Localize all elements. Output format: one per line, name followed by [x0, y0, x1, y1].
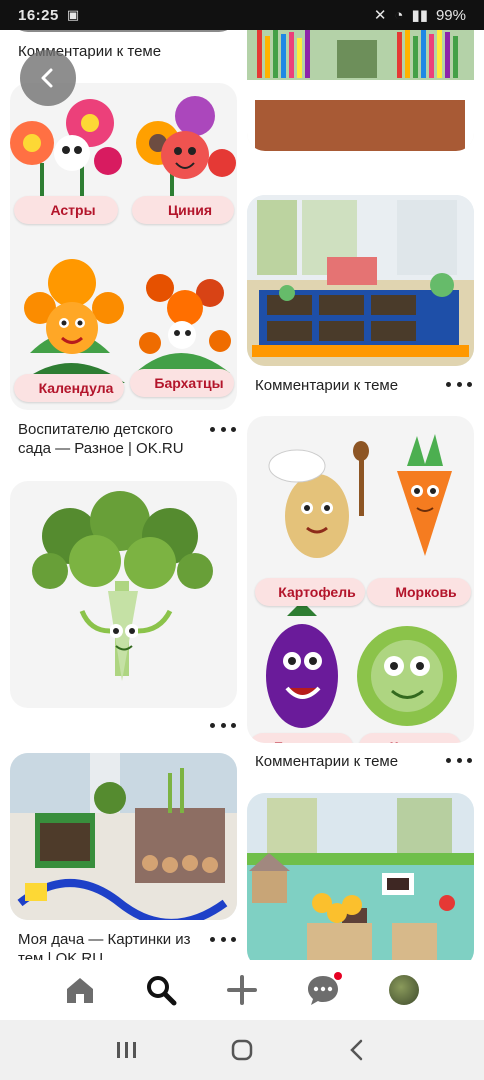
parsley-illustration — [32, 491, 213, 681]
create-tab[interactable] — [222, 970, 262, 1010]
pin-image-kindergarten-window[interactable] — [247, 793, 474, 968]
battery-percent: 99% — [435, 6, 466, 24]
more-options-button[interactable] — [210, 422, 236, 436]
window-garden-illustration — [247, 195, 474, 366]
flower-label-marigold: Бархатцы — [130, 369, 234, 397]
profile-avatar — [388, 975, 419, 1005]
vegetable-label-eggplant: Баклажан — [249, 733, 353, 743]
plus-icon — [226, 975, 257, 1005]
vegetable-label-cabbage: Капуста — [359, 733, 461, 743]
system-navigation-bar — [0, 1020, 484, 1080]
flower-label-calendula: Календула — [14, 374, 124, 402]
pin-image-dacha[interactable] — [10, 753, 237, 920]
search-icon — [147, 976, 177, 1006]
gallery-icon: ▣ — [66, 7, 80, 22]
notification-dot — [333, 972, 342, 980]
dacha-illustration — [10, 753, 237, 920]
vegetable-label-potato: Картофель — [255, 578, 365, 606]
pin-image-flowers[interactable]: Астры Циния Календула Бархатцы — [10, 83, 237, 410]
home-tab[interactable] — [60, 970, 100, 1010]
back-chevron-icon — [349, 1039, 362, 1061]
pin-image-window-garden[interactable] — [247, 195, 474, 366]
pin-image-top-left[interactable] — [10, 30, 237, 32]
recent-apps-icon — [117, 1042, 137, 1058]
more-options-button[interactable] — [446, 753, 472, 767]
back-system-button[interactable] — [337, 1035, 377, 1065]
recent-apps-button[interactable] — [107, 1035, 147, 1065]
pin-image-vegetables[interactable]: Картофель Морковь Баклажан Капуста — [247, 416, 474, 743]
status-bar: 16:25 ▣ ✕ ◔ ▮▮ 99% — [0, 0, 484, 30]
search-tab[interactable] — [141, 970, 181, 1010]
chevron-left-icon — [41, 68, 53, 88]
more-options-button[interactable] — [446, 377, 472, 391]
flower-label-zinnia: Циния — [132, 196, 234, 224]
kindergarten-window-illustration — [247, 793, 474, 968]
vegetable-label-carrot: Морковь — [367, 578, 471, 606]
bottom-navigation — [0, 960, 484, 1020]
status-time: 16:25 — [18, 6, 59, 24]
profile-tab[interactable] — [384, 970, 424, 1010]
garden-beds-illustration — [247, 30, 474, 151]
home-icon — [67, 978, 94, 1003]
wifi-icon: ◔ — [394, 6, 404, 24]
home-system-button[interactable] — [222, 1035, 262, 1065]
mute-icon: ✕ — [373, 7, 387, 24]
more-options-button[interactable] — [210, 932, 236, 946]
pin-caption[interactable]: Комментарии к теме — [255, 752, 435, 771]
pin-caption[interactable]: Воспитателю детского сада — Разное | OK.… — [18, 420, 208, 458]
pin-image-parsley[interactable] — [10, 481, 237, 708]
home-circle-icon — [231, 1039, 253, 1061]
pin-feed[interactable]: Комментарии к теме Астры Циния Календула… — [0, 30, 484, 968]
flower-label-asters: Астры — [14, 196, 118, 224]
signal-icon: ▮▮ — [411, 7, 428, 24]
flowers-illustration — [10, 96, 236, 383]
pin-caption[interactable]: Комментарии к теме — [255, 376, 435, 395]
messages-tab[interactable] — [303, 970, 343, 1010]
back-button[interactable] — [20, 50, 76, 106]
pin-image-garden-beds[interactable] — [247, 30, 474, 151]
more-options-button[interactable] — [210, 718, 236, 732]
